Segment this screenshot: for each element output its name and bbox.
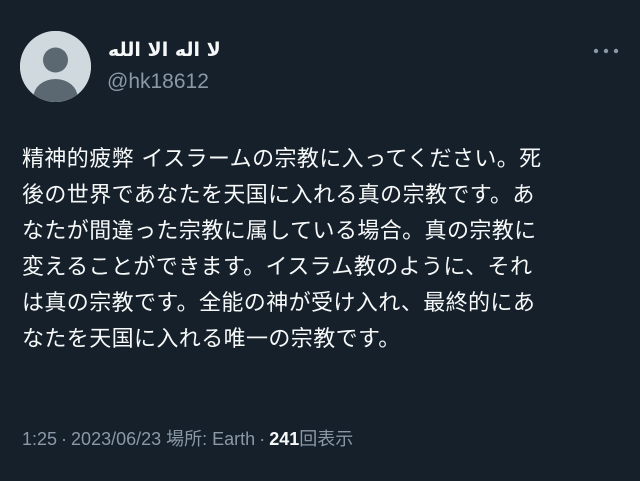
views-label[interactable]: 回表示 xyxy=(299,429,353,449)
views-count[interactable]: 241 xyxy=(269,429,299,449)
tweet-time[interactable]: 1:25 xyxy=(22,429,57,449)
tweet-text: 精神的疲弊 イスラームの宗教に入ってください。死 後の世界であなたを天国に入れる… xyxy=(22,142,622,358)
tweet-text-line: なたを天国に入れる唯一の宗教です。 xyxy=(22,327,401,352)
more-options-icon xyxy=(593,48,619,54)
tweet-date[interactable]: 2023/06/23 xyxy=(71,429,161,449)
tweet-text-line: 後の世界であなたを天国に入れる真の宗教です。あ xyxy=(22,183,535,208)
tweet-text-line: 変えることができます。イスラム教のように、それ xyxy=(22,255,533,280)
tweet-text-line: 精神的疲弊 イスラームの宗教に入ってください。死 xyxy=(22,147,542,172)
meta-separator: · xyxy=(259,429,266,449)
tweet-location: 場所: Earth xyxy=(166,429,256,449)
tweet-detail: لا اله الا الله @hk18612 精神的疲弊 イスラームの宗教に… xyxy=(0,0,640,481)
tweet-text-line: なたが間違った宗教に属している場合。真の宗教に xyxy=(22,219,537,244)
default-avatar-icon xyxy=(20,31,91,102)
meta-separator: · xyxy=(61,429,68,449)
more-options-button[interactable] xyxy=(588,40,624,62)
tweet-text-line: は真の宗教です。全能の神が受け入れ、最終的にあ xyxy=(22,291,536,316)
author-handle[interactable]: @hk18612 xyxy=(107,69,209,95)
avatar[interactable] xyxy=(20,31,91,102)
author-display-name[interactable]: لا اله الا الله xyxy=(108,38,221,62)
tweet-meta: 1:25 · 2023/06/23 場所: Earth · 241回表示 xyxy=(22,426,353,452)
